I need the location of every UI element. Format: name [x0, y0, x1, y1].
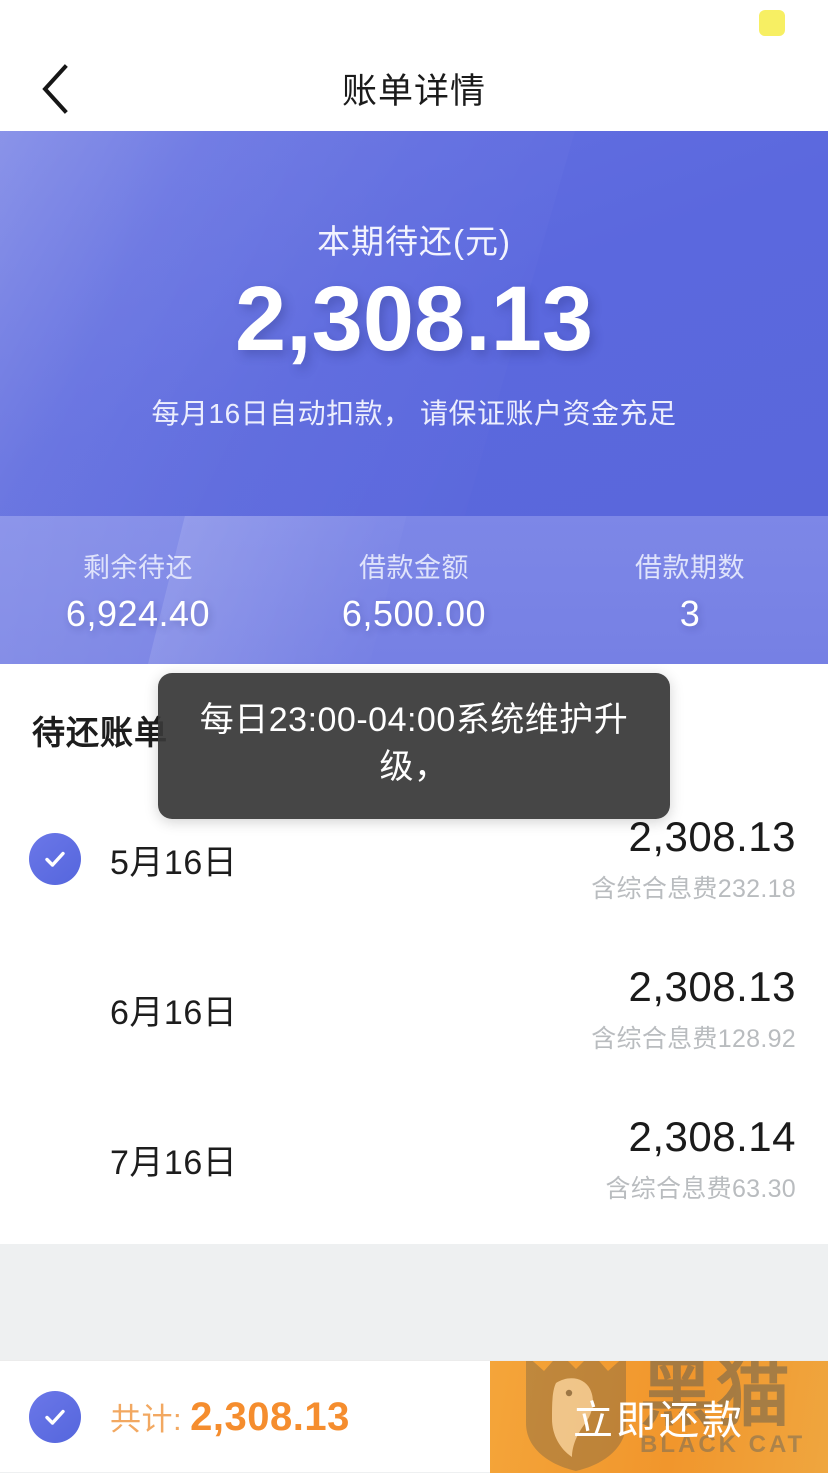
row-amount-group: 2,308.13 含综合息费128.92	[591, 963, 796, 1055]
row-fee: 含综合息费63.30	[605, 1175, 796, 1204]
stat-periods: 借款期数 3	[552, 546, 828, 635]
select-all-checkbox[interactable]	[0, 1390, 110, 1443]
row-amount-group: 2,308.13 含综合息费232.18	[591, 813, 796, 905]
stat-loan-amount: 借款金额 6,500.00	[276, 546, 552, 635]
row-amount: 2,308.14	[628, 1112, 796, 1160]
row-amount: 2,308.13	[628, 812, 796, 860]
row-fee: 含综合息费128.92	[591, 1025, 796, 1054]
row-date: 7月16日	[110, 1143, 238, 1182]
row-amount: 2,308.13	[628, 962, 796, 1010]
hero-label: 本期待还(元)	[317, 222, 511, 260]
repay-now-label: 立即还款	[573, 1398, 745, 1443]
row-date: 5月16日	[110, 843, 238, 882]
stats-band: 剩余待还 6,924.40 借款金额 6,500.00 借款期数 3	[0, 516, 828, 664]
table-row[interactable]: 6月16日 2,308.13 含综合息费128.92	[0, 934, 828, 1084]
nav-bar: 账单详情	[0, 46, 828, 131]
stat-value: 6,500.00	[341, 592, 487, 634]
row-amount-group: 2,308.14 含综合息费63.30	[605, 1113, 796, 1205]
table-row[interactable]: 7月16日 2,308.14 含综合息费63.30	[0, 1084, 828, 1234]
stat-value: 6,924.40	[65, 592, 211, 634]
stat-label: 借款金额	[359, 552, 469, 583]
chevron-left-icon	[40, 63, 70, 115]
stat-remaining: 剩余待还 6,924.40	[0, 546, 276, 635]
stat-value: 3	[679, 592, 701, 634]
hero-card: 本期待还(元) 2,308.13 每月16日自动扣款， 请保证账户资金充足	[0, 131, 828, 516]
bottom-bar: 共计: 2,308.13 黑猫 BLACK CAT 立即还款	[0, 1360, 828, 1473]
row-fee: 含综合息费232.18	[591, 875, 796, 904]
stat-label: 剩余待还	[83, 552, 193, 583]
status-bar	[0, 0, 828, 46]
back-button[interactable]	[28, 62, 82, 116]
total-label: 共计:	[110, 1401, 183, 1437]
check-circle-icon	[29, 1390, 81, 1443]
status-badge	[759, 10, 785, 36]
toast-text: 每日23:00-04:00系统维护升级，	[199, 701, 629, 786]
check-circle-icon	[29, 833, 81, 885]
hero-note: 每月16日自动扣款， 请保证账户资金充足	[151, 398, 677, 430]
total-value: 2,308.13	[190, 1394, 350, 1439]
hero-amount: 2,308.13	[234, 267, 594, 370]
repay-now-button[interactable]: 黑猫 BLACK CAT 立即还款	[490, 1360, 828, 1473]
total-group: 共计: 2,308.13	[110, 1394, 350, 1440]
page-title: 账单详情	[341, 72, 486, 111]
toast-message: 每日23:00-04:00系统维护升级，	[158, 673, 670, 819]
row-date: 6月16日	[110, 993, 238, 1032]
row-checkbox[interactable]	[0, 833, 110, 885]
stat-label: 借款期数	[635, 552, 745, 583]
